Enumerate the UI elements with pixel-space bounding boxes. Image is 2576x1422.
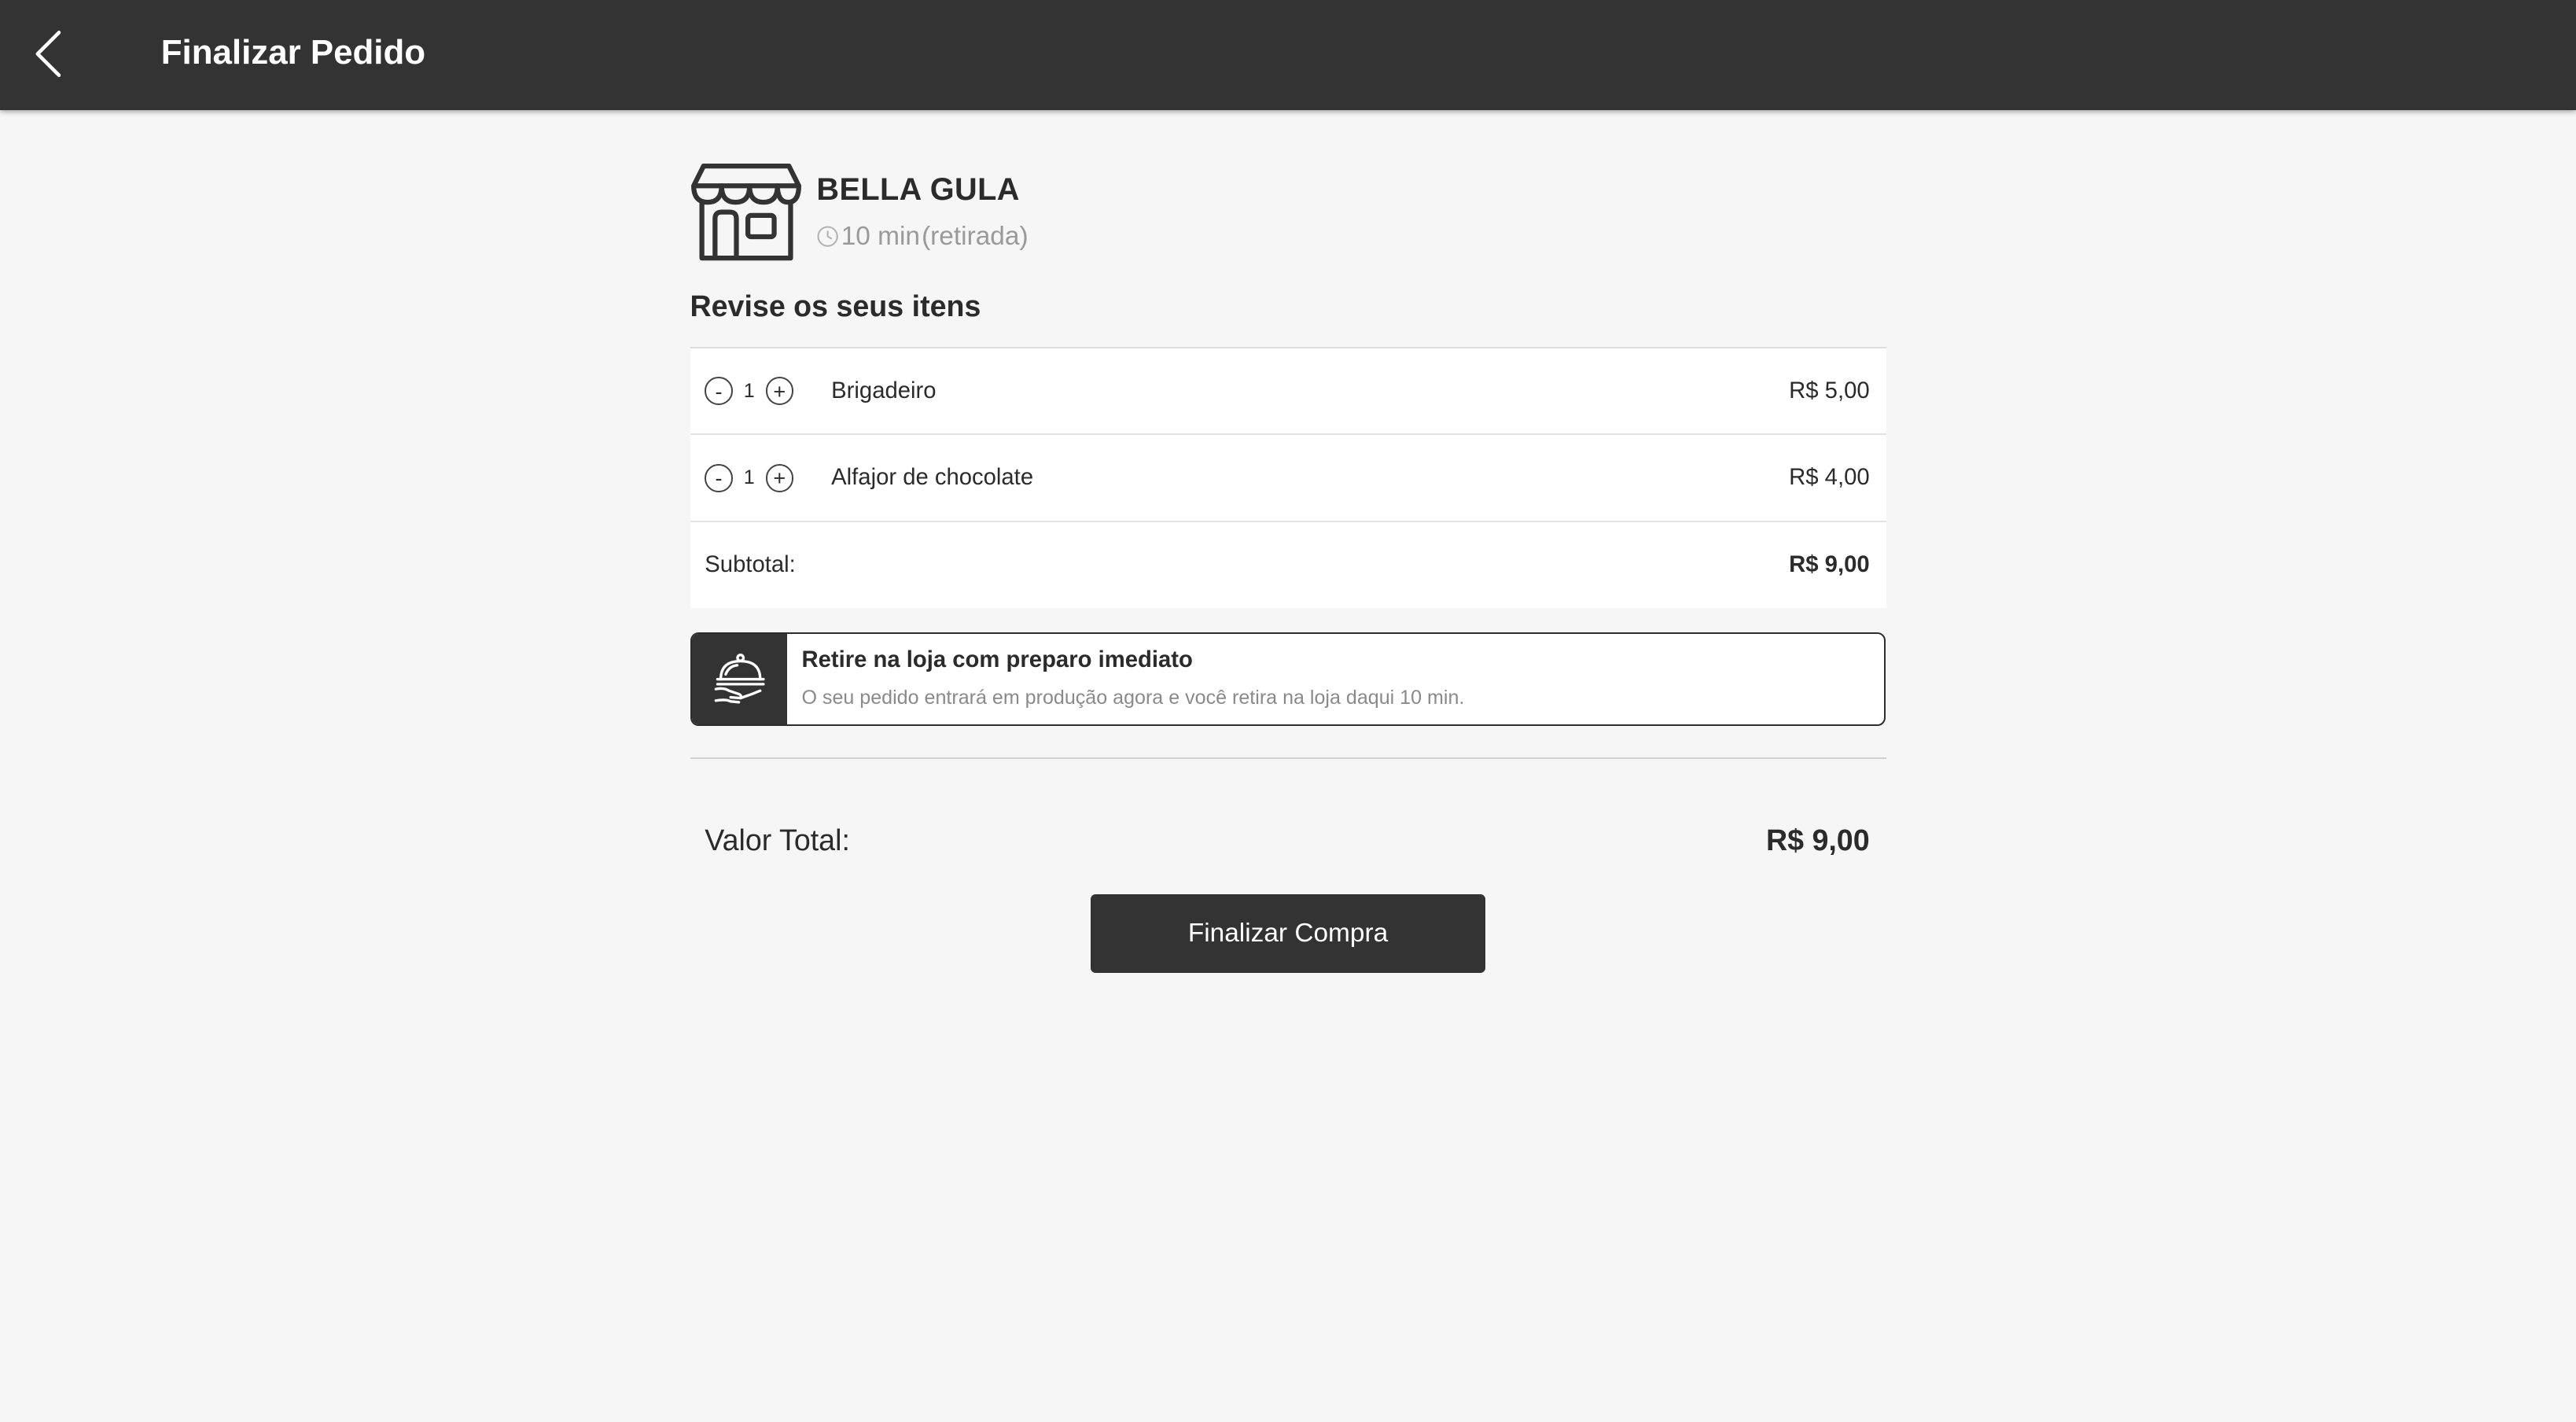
- pickup-icon-box: [691, 634, 787, 725]
- divider: [690, 757, 1886, 760]
- finish-purchase-button[interactable]: Finalizar Compra: [1091, 893, 1485, 973]
- item-price: R$ 4,00: [1789, 465, 1870, 491]
- subtotal-value: R$ 9,00: [1789, 551, 1870, 577]
- total-value: R$ 9,00: [1765, 823, 1870, 857]
- item-price: R$ 5,00: [1789, 378, 1870, 403]
- checkout-content: BELLA GULA 10 min (retirada) Revise os s…: [690, 110, 1886, 973]
- pickup-option-card[interactable]: Retire na loja com preparo imediato O se…: [690, 632, 1886, 727]
- decrease-quantity-button[interactable]: -: [705, 464, 733, 492]
- subtotal-label: Subtotal:: [705, 551, 796, 577]
- prep-time: 10 min: [841, 222, 920, 252]
- item-name: Alfajor de chocolate: [831, 465, 1034, 491]
- decrease-quantity-button[interactable]: -: [705, 377, 733, 405]
- quantity-value: 1: [743, 379, 755, 402]
- table-row: - 1 + Alfajor de chocolate R$ 4,00: [690, 435, 1886, 523]
- increase-quantity-button[interactable]: +: [765, 464, 794, 492]
- pickup-description: O seu pedido entrará em produção agora e…: [801, 686, 1465, 709]
- storefront-icon: [690, 163, 801, 261]
- increase-quantity-button[interactable]: +: [765, 377, 794, 405]
- chevron-left-icon: [35, 31, 61, 78]
- pickup-title: Retire na loja com preparo imediato: [801, 647, 1193, 673]
- store-header: BELLA GULA 10 min (retirada) Revise os s…: [690, 110, 1886, 322]
- subtotal-row: Subtotal: R$ 9,00: [690, 522, 1886, 608]
- back-button[interactable]: [23, 26, 79, 82]
- order-mode: (retirada): [922, 222, 1029, 252]
- table-row: - 1 + Brigadeiro R$ 5,00: [690, 348, 1886, 436]
- items-table: - 1 + Brigadeiro R$ 5,00 - 1 + Alfajor d…: [690, 346, 1886, 608]
- serving-cloche-icon: [715, 654, 766, 704]
- total-label: Valor Total:: [705, 823, 850, 857]
- top-bar: Finalizar Pedido: [0, 0, 2576, 110]
- quantity-value: 1: [743, 466, 755, 489]
- quantity-stepper: - 1 +: [705, 464, 831, 492]
- store-name: BELLA GULA: [816, 172, 1020, 208]
- review-title: Revise os seus itens: [690, 289, 981, 322]
- quantity-stepper: - 1 +: [705, 377, 831, 405]
- page-title: Finalizar Pedido: [160, 32, 426, 72]
- store-time: 10 min (retirada): [816, 222, 1029, 252]
- clock-icon: [817, 226, 839, 248]
- item-name: Brigadeiro: [831, 378, 937, 403]
- pickup-text: Retire na loja com preparo imediato O se…: [787, 634, 1465, 724]
- total-row: Valor Total: R$ 9,00: [705, 823, 1869, 857]
